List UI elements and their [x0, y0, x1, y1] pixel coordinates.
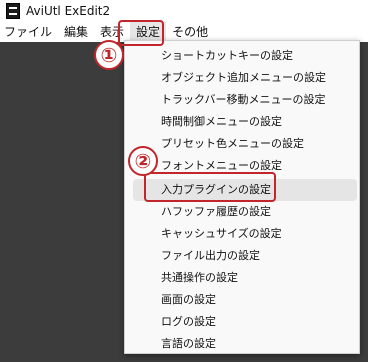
film-icon: [6, 3, 20, 19]
menu-item-log-settings[interactable]: ログの設定: [125, 311, 361, 333]
annotation-settings-highlight: [118, 20, 164, 46]
menu-item-preset-color-menu-settings[interactable]: プリセット色メニューの設定: [125, 133, 361, 155]
menu-other[interactable]: その他: [166, 22, 214, 42]
title-bar: AviUtl ExEdit2: [0, 0, 368, 22]
menu-item-language-settings[interactable]: 言語の設定: [125, 333, 361, 355]
menu-item-buffer-history-settings[interactable]: ハフッファ履歴の設定: [125, 201, 361, 223]
annotation-input-plugin-highlight: [144, 172, 276, 202]
menu-item-screen-settings[interactable]: 画面の設定: [125, 289, 361, 311]
annotation-step-1: ①: [94, 40, 124, 70]
menu-edit[interactable]: 編集: [58, 22, 94, 42]
menu-file[interactable]: ファイル: [0, 22, 58, 42]
annotation-step-2: ②: [128, 146, 158, 176]
menu-item-common-operation-settings[interactable]: 共通操作の設定: [125, 267, 361, 289]
menu-item-time-control-menu-settings[interactable]: 時間制御メニューの設定: [125, 111, 361, 133]
window-title: AviUtl ExEdit2: [26, 4, 111, 18]
menu-bar: ファイル 編集 表示 設定 その他: [0, 22, 368, 42]
menu-item-trackbar-move-menu-settings[interactable]: トラックバー移動メニューの設定: [125, 89, 361, 111]
menu-item-cache-size-settings[interactable]: キャッシュサイズの設定: [125, 223, 361, 245]
menu-item-shortcut-key-settings[interactable]: ショートカットキーの設定: [125, 45, 361, 67]
menu-item-file-output-settings[interactable]: ファイル出力の設定: [125, 245, 361, 267]
menu-item-object-add-menu-settings[interactable]: オブジェクト追加メニューの設定: [125, 67, 361, 89]
